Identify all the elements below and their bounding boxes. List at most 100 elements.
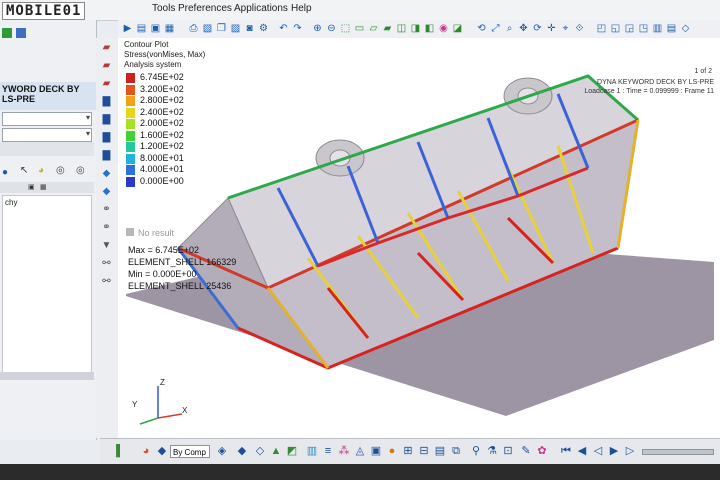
reverse-icon[interactable]: ◫ <box>396 23 407 34</box>
select-icon[interactable]: ⬚ <box>340 23 351 34</box>
model-tree[interactable]: chy <box>2 195 92 377</box>
copy-view-icon[interactable]: ⧉ <box>450 445 462 457</box>
box-icon[interactable]: ▣ <box>370 445 382 457</box>
fit-icon[interactable]: ⤢ <box>490 23 501 34</box>
eye-hide-icon[interactable]: ◎ <box>76 165 85 176</box>
graphics-viewport[interactable]: Contour Plot Stress(vonMises, Max) Analy… <box>118 38 720 438</box>
animation-timeline-slider[interactable] <box>642 449 714 455</box>
sphere-icon[interactable]: ● <box>2 167 8 178</box>
shrink-icon[interactable]: ◧ <box>424 23 435 34</box>
view-bottom-icon[interactable]: ◳ <box>638 23 649 34</box>
curve-tool-icon[interactable]: ◆ <box>101 186 112 197</box>
attach-icon[interactable]: ✎ <box>520 445 532 457</box>
menu-help[interactable]: Help <box>291 3 312 14</box>
menu-tools[interactable]: Tools <box>152 3 175 14</box>
measure-tool-icon[interactable]: ▇ <box>101 132 112 143</box>
result-icon[interactable] <box>16 28 26 38</box>
view-right-icon[interactable]: ▤ <box>666 23 677 34</box>
deform-tool-icon[interactable]: ▰ <box>101 78 112 89</box>
arrow-right-icon[interactable]: ▶ <box>122 23 133 34</box>
view-iso-icon[interactable]: ◇ <box>680 23 691 34</box>
next-frame-icon[interactable]: ▷ <box>624 445 636 457</box>
align-icon[interactable]: ⊞ <box>402 445 414 457</box>
menu-preferences[interactable]: Preferences <box>178 3 232 14</box>
pan-icon[interactable]: ✥ <box>518 23 529 34</box>
magnify-icon[interactable]: ⌕ <box>504 23 515 34</box>
tensor-tool-icon[interactable]: ▇ <box>101 114 112 125</box>
nodes-icon[interactable]: ⁂ <box>338 445 350 457</box>
camera-icon[interactable]: ◙ <box>244 23 255 34</box>
legend-bar-icon[interactable]: ▐ <box>110 445 122 457</box>
play-icon[interactable]: ▶ <box>608 445 620 457</box>
color-wheel-icon[interactable]: ◕ <box>140 445 152 457</box>
play-back-icon[interactable]: ◁ <box>592 445 604 457</box>
component-select[interactable]: ▾ <box>2 112 92 126</box>
paint-icon[interactable]: ✿ <box>536 445 548 457</box>
grid-icon[interactable]: ⊟ <box>418 445 430 457</box>
query-tool-icon[interactable]: ⚭ <box>101 204 112 215</box>
view-top-icon[interactable]: ◲ <box>624 23 635 34</box>
tree-item-hierarchy[interactable]: chy <box>5 198 17 207</box>
transparency-icon[interactable]: ▥ <box>306 445 318 457</box>
contour-tool-icon[interactable]: ▰ <box>101 60 112 71</box>
model-icon[interactable] <box>2 28 12 38</box>
horizontal-scrollbar[interactable] <box>0 372 94 380</box>
color-icon[interactable]: ◉ <box>438 23 449 34</box>
zoom-out-icon[interactable]: ⊖ <box>326 23 337 34</box>
mask-icon[interactable]: ▭ <box>354 23 365 34</box>
isolate-icon[interactable]: ◨ <box>410 23 421 34</box>
image-icon[interactable]: ▧ <box>202 23 213 34</box>
feature-icon[interactable]: ◇ <box>254 445 266 457</box>
filter-icon[interactable]: ⚗ <box>486 445 498 457</box>
result-tool-icon[interactable]: ▰ <box>101 42 112 53</box>
cursor-icon[interactable]: ↖ <box>20 165 28 176</box>
note-tool-icon[interactable]: ⚭ <box>101 222 112 233</box>
prev-frame-icon[interactable]: ◀ <box>576 445 588 457</box>
animation-tool-icon[interactable]: ⚯ <box>101 276 112 287</box>
sheet-icon[interactable]: ▤ <box>434 445 446 457</box>
view-left-icon[interactable]: ▥ <box>652 23 663 34</box>
undo-icon[interactable]: ↶ <box>278 23 289 34</box>
cut-icon[interactable]: ◬ <box>354 445 366 457</box>
clip-icon[interactable]: ◪ <box>452 23 463 34</box>
open-file-icon[interactable]: ▤ <box>136 23 147 34</box>
screen-bezel <box>0 464 720 480</box>
shaded-icon[interactable]: ◆ <box>236 445 248 457</box>
color-wheel-icon[interactable]: ◕ <box>38 165 44 176</box>
cube-icon[interactable]: ◆ <box>156 445 168 457</box>
pick-icon[interactable]: ⌖ <box>560 23 571 34</box>
marker-icon[interactable]: ● <box>386 445 398 457</box>
print-icon[interactable]: ⎙ <box>188 23 199 34</box>
spin-icon[interactable]: ⟳ <box>532 23 543 34</box>
mesh-icon[interactable]: ◩ <box>286 445 298 457</box>
wireframe-icon[interactable]: ◈ <box>216 445 228 457</box>
section-tool-icon[interactable]: ▇ <box>101 150 112 161</box>
show-icon[interactable]: ▱ <box>368 23 379 34</box>
save-icon[interactable]: ▣ <box>150 23 161 34</box>
rotate-icon[interactable]: ⟲ <box>476 23 487 34</box>
view-icon[interactable]: ⟐ <box>574 23 585 34</box>
menu-applications[interactable]: Applications <box>234 3 288 14</box>
view-front-icon[interactable]: ◰ <box>596 23 607 34</box>
first-frame-icon[interactable]: ⏮ <box>560 445 572 457</box>
redo-icon[interactable]: ↷ <box>292 23 303 34</box>
assembly-select[interactable]: ▾ <box>2 128 92 142</box>
probe-icon[interactable]: ⚲ <box>470 445 482 457</box>
tracking-tool-icon[interactable]: ⚯ <box>101 258 112 269</box>
settings-icon[interactable]: ⚙ <box>258 23 269 34</box>
color-by-select[interactable]: By Comp <box>170 445 210 458</box>
paste-icon[interactable]: ▨ <box>230 23 241 34</box>
node-edit-icon[interactable]: ⊡ <box>502 445 514 457</box>
export-icon[interactable]: ▦ <box>164 23 175 34</box>
hide-icon[interactable]: ▰ <box>382 23 393 34</box>
plot-tool-icon[interactable]: ◆ <box>101 168 112 179</box>
eye-icon[interactable]: ◎ <box>56 165 65 176</box>
zoom-in-icon[interactable]: ⊕ <box>312 23 323 34</box>
vector-tool-icon[interactable]: ▇ <box>101 96 112 107</box>
center-icon[interactable]: ✛ <box>546 23 557 34</box>
lines-icon[interactable]: ≡ <box>322 445 334 457</box>
element-icon[interactable]: ▲ <box>270 445 282 457</box>
view-back-icon[interactable]: ◱ <box>610 23 621 34</box>
copy-icon[interactable]: ❐ <box>216 23 227 34</box>
legend-tool-icon[interactable]: ▼ <box>101 240 112 251</box>
